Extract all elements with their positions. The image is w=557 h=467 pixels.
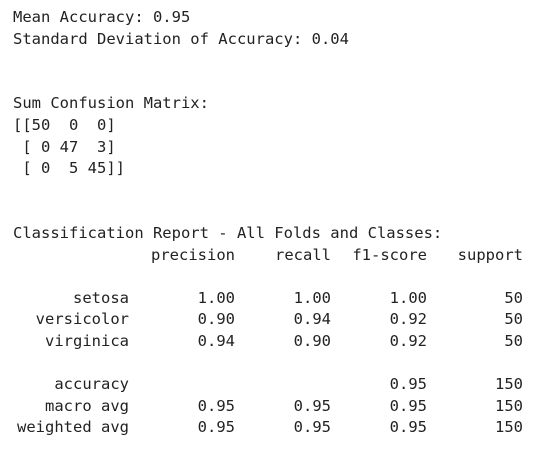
support-value: 150	[495, 396, 523, 415]
header-recall: recall	[275, 245, 331, 264]
f1-score-value: 0.92	[389, 331, 427, 350]
console-output: Mean Accuracy: 0.95 Standard Deviation of…	[13, 7, 523, 439]
precision-value: 1.00	[197, 288, 235, 307]
header-support: support	[457, 245, 523, 264]
mean-accuracy-line: Mean Accuracy: 0.95	[13, 8, 191, 26]
row-label: macro avg	[45, 396, 129, 415]
support-value: 150	[495, 418, 523, 437]
confusion-matrix-title: Sum Confusion Matrix:	[13, 94, 209, 113]
support-value: 50	[504, 310, 523, 329]
precision-value: 0.95	[197, 418, 235, 437]
support-value: 50	[504, 288, 523, 307]
precision-value: 0.95	[197, 396, 235, 415]
support-value: 50	[504, 331, 523, 350]
confusion-matrix-row: [ 0 5 45]]	[13, 159, 125, 178]
precision-value: 0.94	[197, 331, 235, 350]
row-label: accuracy	[54, 375, 129, 394]
row-label: weighted avg	[17, 418, 129, 437]
f1-score-value: 1.00	[389, 288, 427, 307]
f1-score-value: 0.92	[389, 310, 427, 329]
precision-value: 0.90	[197, 310, 235, 329]
classification-report-title: Classification Report - All Folds and Cl…	[13, 223, 443, 242]
recall-value: 0.90	[293, 331, 331, 350]
row-label: setosa	[73, 288, 129, 307]
report-row-macro-avg: macro avg 0.95 0.95 0.95 150	[13, 396, 523, 418]
header-f1-score: f1-score	[352, 245, 427, 264]
f1-score-value: 0.95	[389, 418, 427, 437]
report-header-row: precision recall f1-score support	[13, 245, 523, 267]
confusion-matrix-row: [[50 0 0]	[13, 115, 116, 134]
recall-value: 1.00	[293, 288, 331, 307]
f1-score-value: 0.95	[389, 375, 427, 394]
support-value: 150	[495, 375, 523, 394]
report-row-weighted-avg: weighted avg 0.95 0.95 0.95 150	[13, 417, 523, 439]
recall-value: 0.95	[293, 396, 331, 415]
report-row-versicolor: versicolor 0.90 0.94 0.92 50	[13, 309, 523, 331]
f1-score-value: 0.95	[389, 396, 427, 415]
confusion-matrix-row: [ 0 47 3]	[13, 137, 116, 156]
row-label: versicolor	[35, 310, 129, 329]
std-accuracy-line: Standard Deviation of Accuracy: 0.04	[13, 29, 349, 48]
recall-value: 0.94	[293, 310, 331, 329]
report-row-setosa: setosa 1.00 1.00 1.00 50	[13, 288, 523, 310]
report-row-virginica: virginica 0.94 0.90 0.92 50	[13, 331, 523, 353]
header-precision: precision	[151, 245, 235, 264]
row-label: virginica	[45, 331, 129, 350]
report-row-accuracy: accuracy 0.95 150	[13, 374, 523, 396]
recall-value: 0.95	[293, 418, 331, 437]
